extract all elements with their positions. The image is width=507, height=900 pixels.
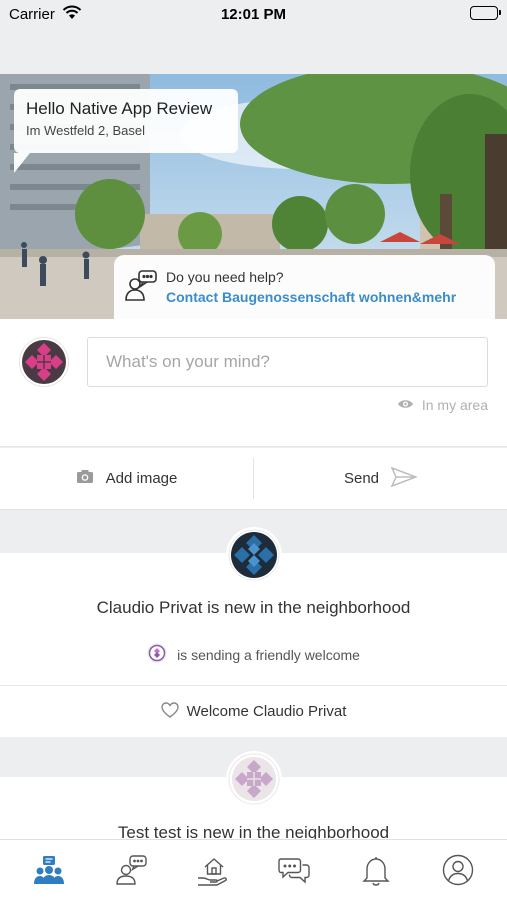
help-question: Do you need help? — [166, 269, 284, 285]
greeting-title: Hello Native App Review — [26, 99, 213, 118]
tab-neighbors[interactable] — [24, 854, 74, 891]
messages-icon — [278, 854, 311, 891]
heart-icon — [160, 701, 179, 722]
composer-actions: Add image Send — [0, 448, 507, 510]
address-label: Im Westfeld 2, Basel — [26, 123, 145, 138]
house-hand-icon — [197, 854, 229, 891]
profile-icon — [442, 854, 474, 891]
welcome-button-label: Welcome Claudio Privat — [186, 703, 347, 720]
post-composer: In my area — [0, 319, 507, 447]
tab-notifications[interactable] — [351, 854, 401, 891]
user-avatar[interactable] — [19, 337, 69, 392]
neighbors-icon — [33, 854, 65, 891]
neighbor-avatar[interactable] — [226, 527, 282, 583]
add-image-button[interactable]: Add image — [0, 448, 253, 509]
chat-bubble-person-icon — [115, 854, 147, 891]
neighbor-avatar[interactable] — [226, 751, 282, 807]
camera-icon — [76, 469, 94, 488]
add-image-label: Add image — [105, 470, 178, 487]
support-person-icon — [124, 269, 158, 308]
send-button[interactable]: Send — [254, 448, 507, 509]
tab-home[interactable] — [188, 854, 238, 891]
clock: 12:01 PM — [220, 6, 287, 23]
eye-icon — [397, 397, 414, 413]
send-icon — [390, 466, 419, 491]
help-contact-bubble[interactable]: Do you need help? Contact Baugenossensch… — [114, 255, 495, 319]
status-bar: Carrier 12:01 PM — [0, 0, 507, 30]
welcome-button[interactable]: Welcome Claudio Privat — [0, 685, 507, 737]
send-label: Send — [343, 470, 380, 487]
tab-messages[interactable] — [269, 854, 319, 891]
address-bubble: Hello Native App Review Im Westfeld 2, B… — [14, 89, 238, 173]
tab-profile[interactable] — [433, 854, 483, 891]
navigation-bar — [0, 30, 507, 74]
welcome-subtitle: is sending a friendly welcome — [177, 646, 360, 663]
contact-link[interactable]: Contact Baugenossenschaft wohnen&mehr — [166, 289, 456, 305]
bell-icon — [360, 854, 392, 891]
visibility-scope[interactable]: In my area — [397, 397, 488, 413]
tab-help[interactable] — [106, 854, 156, 891]
tab-bar — [0, 839, 507, 900]
post-input[interactable] — [87, 337, 488, 387]
welcome-avatar-icon — [147, 643, 167, 666]
welcome-info: is sending a friendly welcome — [0, 643, 507, 666]
battery-icon — [470, 6, 501, 20]
hero-banner: Hello Native App Review Im Westfeld 2, B… — [0, 74, 507, 319]
scope-label: In my area — [421, 397, 488, 413]
new-neighbor-title: Claudio Privat is new in the neighborhoo… — [96, 598, 411, 617]
